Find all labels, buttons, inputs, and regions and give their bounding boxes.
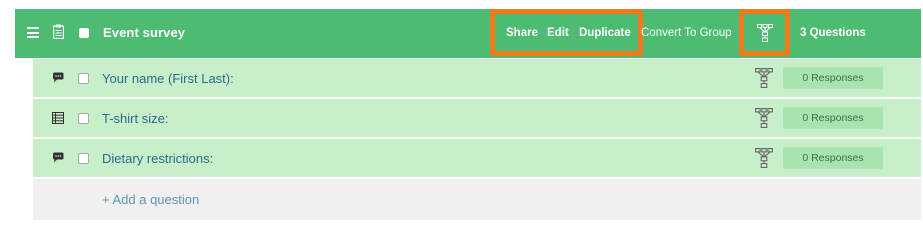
responses-badge[interactable]: 0 Responses: [783, 107, 883, 129]
question-row: Dietary restrictions: 0 Responses: [33, 139, 921, 178]
flow-diagram-button[interactable]: [739, 9, 790, 56]
question-checkbox[interactable]: [78, 153, 89, 164]
add-question-row: + Add a question: [33, 179, 921, 220]
question-row: Your name (First Last): 0 Responses: [33, 59, 921, 98]
flow-diagram-icon[interactable]: [754, 108, 774, 128]
question-checkbox[interactable]: [78, 73, 89, 84]
responses-badge[interactable]: 0 Responses: [783, 147, 883, 169]
question-row: T-shirt size: 0 Responses: [33, 99, 921, 138]
duplicate-button[interactable]: Duplicate: [579, 27, 631, 39]
question-label[interactable]: Your name (First Last):: [102, 71, 234, 86]
share-button[interactable]: Share: [506, 27, 538, 39]
speech-bubble-icon: [53, 152, 64, 163]
hamburger-menu-icon[interactable]: [27, 27, 39, 38]
flow-diagram-icon: [757, 24, 773, 42]
list-icon: [52, 112, 64, 124]
question-count: 3 Questions: [800, 27, 866, 39]
survey-title: Event survey: [103, 25, 186, 40]
question-label[interactable]: Dietary restrictions:: [102, 151, 213, 166]
edit-button[interactable]: Edit: [547, 27, 569, 39]
add-question-link[interactable]: + Add a question: [102, 192, 199, 207]
flow-diagram-icon[interactable]: [754, 148, 774, 168]
responses-badge[interactable]: 0 Responses: [783, 67, 883, 89]
speech-bubble-icon: [53, 72, 64, 83]
convert-to-group-button[interactable]: Convert To Group: [641, 27, 732, 39]
select-all-checkbox[interactable]: [79, 28, 89, 38]
survey-header: Event survey Share Edit Duplicate Conver…: [15, 9, 921, 58]
question-label[interactable]: T-shirt size:: [102, 111, 168, 126]
clipboard-icon: [53, 24, 64, 39]
question-checkbox[interactable]: [78, 113, 89, 124]
flow-diagram-icon[interactable]: [754, 68, 774, 88]
